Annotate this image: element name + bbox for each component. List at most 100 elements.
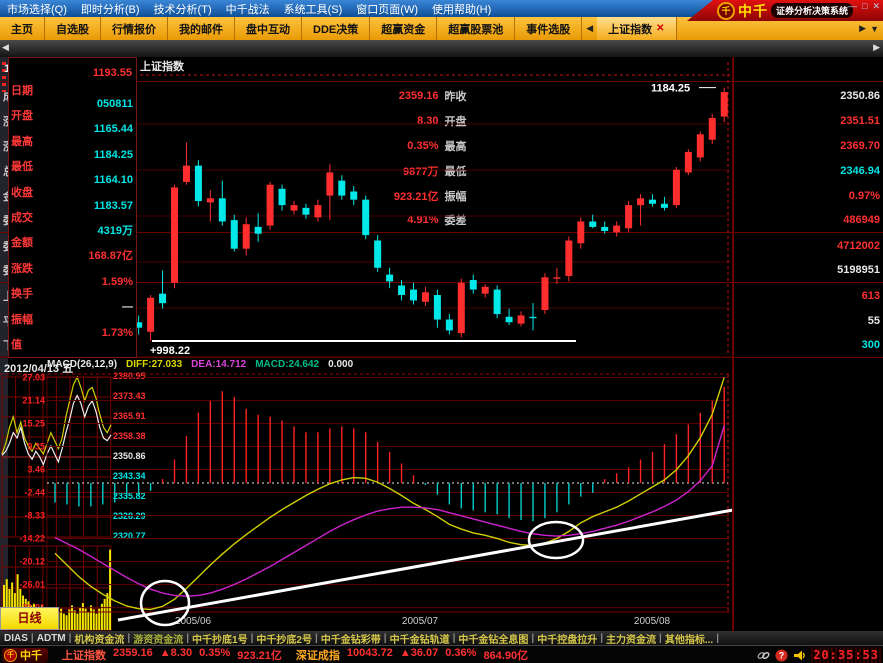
ohlc-value: 050811 [11, 98, 133, 110]
svg-text:21.14: 21.14 [22, 395, 45, 405]
ohlc-label: 涨跌 [11, 263, 133, 276]
indicator-tab[interactable]: 中千抄底1号 [192, 631, 248, 646]
indicator-separator: | [251, 633, 254, 644]
horn-icon[interactable] [793, 649, 806, 662]
workspace-tab[interactable]: 我的邮件 [168, 17, 235, 40]
chart-toolbar-strip: ◀ ▶ [0, 40, 883, 57]
menu-item[interactable]: 使用帮助(H) [425, 1, 498, 17]
statusbar-brand-name: 中千 [20, 647, 42, 663]
workspace-tab[interactable]: 自选股 [45, 17, 101, 40]
indicator-tab[interactable]: 中千金钻全息图 [458, 631, 528, 646]
ohlc-value: — [11, 301, 133, 313]
statusbar-index[interactable]: 深证成指10043.72▲36.070.36%864.90亿 [296, 647, 528, 663]
indicator-tab[interactable]: DIAS [4, 633, 28, 644]
macd-dea-value: DEA:14.712 [191, 358, 246, 372]
tab-close-icon[interactable]: ✕ [656, 23, 664, 34]
macd-zero-value: 0.000 [328, 358, 353, 372]
minimize-icon[interactable]: — [848, 1, 857, 12]
scroll-right-icon[interactable]: ▶ [873, 42, 880, 53]
workspace-tab[interactable]: 盘中互动 [235, 17, 302, 40]
ohlc-value: 1165.44 [11, 123, 133, 135]
ohlc-value: 1164.10 [11, 174, 133, 186]
menu-item[interactable]: 窗口页面(W) [349, 1, 425, 17]
link-icon[interactable] [757, 649, 770, 662]
workspace-tab[interactable]: 超赢资金 [370, 17, 437, 40]
statusbar-index[interactable]: 上证指数2359.16▲8.300.35%923.21亿 [62, 647, 282, 663]
indicator-separator: | [31, 633, 34, 644]
ohlc-value: 4319万 [11, 225, 133, 237]
macd-params-label: MACD(26,12,9) [47, 358, 117, 372]
menu-item[interactable]: 系统工具(S) [277, 1, 350, 17]
svg-text:-26.01: -26.01 [19, 580, 45, 590]
menu-item[interactable]: 即时分析(B) [74, 1, 147, 17]
workspace-tab[interactable]: 主页 [0, 17, 45, 40]
ohlc-data-panel: 1193.55 日期050811开盘1165.44最高1184.25最低1164… [8, 57, 137, 358]
workspace-tab[interactable]: 行情报价 [101, 17, 168, 40]
tabs-scroll-right-icon[interactable]: ▶ [859, 23, 866, 34]
svg-text:-2.44: -2.44 [24, 488, 45, 498]
ohlc-value: 1.59% [11, 276, 133, 288]
workspace-tab[interactable]: 事件选股 [515, 17, 582, 40]
index-pct: 0.36% [445, 647, 476, 663]
month-label: 2005/07 [402, 616, 439, 627]
macd-indicator-chart[interactable]: 27.0321.1415.259.353.46-2.44-8.33-14.22-… [0, 358, 734, 633]
active-tab[interactable]: 上证指数✕ [597, 17, 676, 40]
statusbar-right: ? 20:35:53 [757, 647, 883, 663]
macd-histogram [55, 387, 724, 521]
indicator-separator: | [186, 633, 189, 644]
indicator-tab[interactable]: ADTM [37, 633, 66, 644]
golden-cross-circle-2 [529, 522, 583, 558]
index-amount: 923.21亿 [237, 647, 282, 663]
ohlc-value: 168.87亿 [11, 250, 133, 262]
ohlc-label: 日期 [11, 85, 133, 98]
low-price-annotation: +998.22 [150, 345, 190, 357]
indicator-tab[interactable]: 其他指标... [665, 631, 713, 646]
indicator-tab[interactable]: 中千控盘拉升 [537, 631, 597, 646]
menu-item[interactable]: 市场选择(Q) [0, 1, 74, 17]
svg-text:3.46: 3.46 [27, 464, 45, 474]
statusbar-logo-icon: 千 [4, 649, 17, 662]
indicator-separator: | [659, 633, 662, 644]
ohlc-value: 1184.25 [11, 149, 133, 161]
svg-text:?: ? [779, 650, 785, 660]
ohlc-label: 最高 [11, 136, 133, 149]
month-label: 2005/06 [175, 616, 212, 627]
ohlc-value: 1.73% [11, 327, 133, 339]
indicator-tab[interactable]: 中千金钻彩带 [321, 631, 381, 646]
candles-group [52, 88, 728, 341]
indicator-tab[interactable]: 主力资金流 [606, 631, 656, 646]
indicator-tab[interactable]: 中千抄底2号 [256, 631, 312, 646]
indicator-tab[interactable]: 游资资金流 [133, 631, 183, 646]
index-name: 深证成指 [296, 647, 340, 663]
menu-item[interactable]: 技术分析(T) [147, 1, 219, 17]
statusbar-indices: 上证指数2359.16▲8.300.35%923.21亿深证成指10043.72… [48, 647, 528, 663]
svg-text:-14.22: -14.22 [19, 534, 45, 544]
workspace-tab[interactable]: 超赢股票池 [437, 17, 515, 40]
maximize-icon[interactable]: □ [862, 1, 867, 12]
ohlc-label: 金额 [11, 237, 133, 250]
scroll-left-icon[interactable]: ◀ [2, 42, 9, 53]
indicator-separator: | [453, 633, 456, 644]
ohlc-label: 值 [11, 339, 133, 352]
ohlc-value: 1183.57 [11, 200, 133, 212]
golden-cross-circle-1 [141, 581, 189, 625]
help-icon[interactable]: ? [775, 649, 788, 662]
index-name: 上证指数 [62, 647, 106, 663]
statusbar-brand: 千 中千 [2, 648, 48, 663]
ohlc-label: 收盘 [11, 187, 133, 200]
status-bar: 千 中千 上证指数2359.16▲8.300.35%923.21亿深证成指100… [0, 645, 883, 663]
svg-text:27.03: 27.03 [22, 372, 45, 382]
indicator-tab[interactable]: 中千金钻轨道 [390, 631, 450, 646]
tab-scroll-left-icon[interactable]: ◀ [582, 17, 597, 40]
workspace-tab[interactable]: DDE决策 [302, 17, 370, 40]
brand-subtitle: 证券分析决策系统 [771, 3, 853, 18]
ohlc-label: 振幅 [11, 314, 133, 327]
axis-max-label: 1193.55 [93, 67, 132, 79]
indicator-tab[interactable]: 机构资金流 [74, 631, 124, 646]
indicator-separator: | [716, 633, 719, 644]
indicator-separator: | [69, 633, 72, 644]
period-daily-button[interactable]: 日线 [0, 607, 59, 630]
close-icon[interactable]: ✕ [872, 1, 880, 12]
tabs-dropdown-icon[interactable]: ▼ [870, 24, 879, 34]
menu-item[interactable]: 中千战法 [219, 1, 277, 17]
